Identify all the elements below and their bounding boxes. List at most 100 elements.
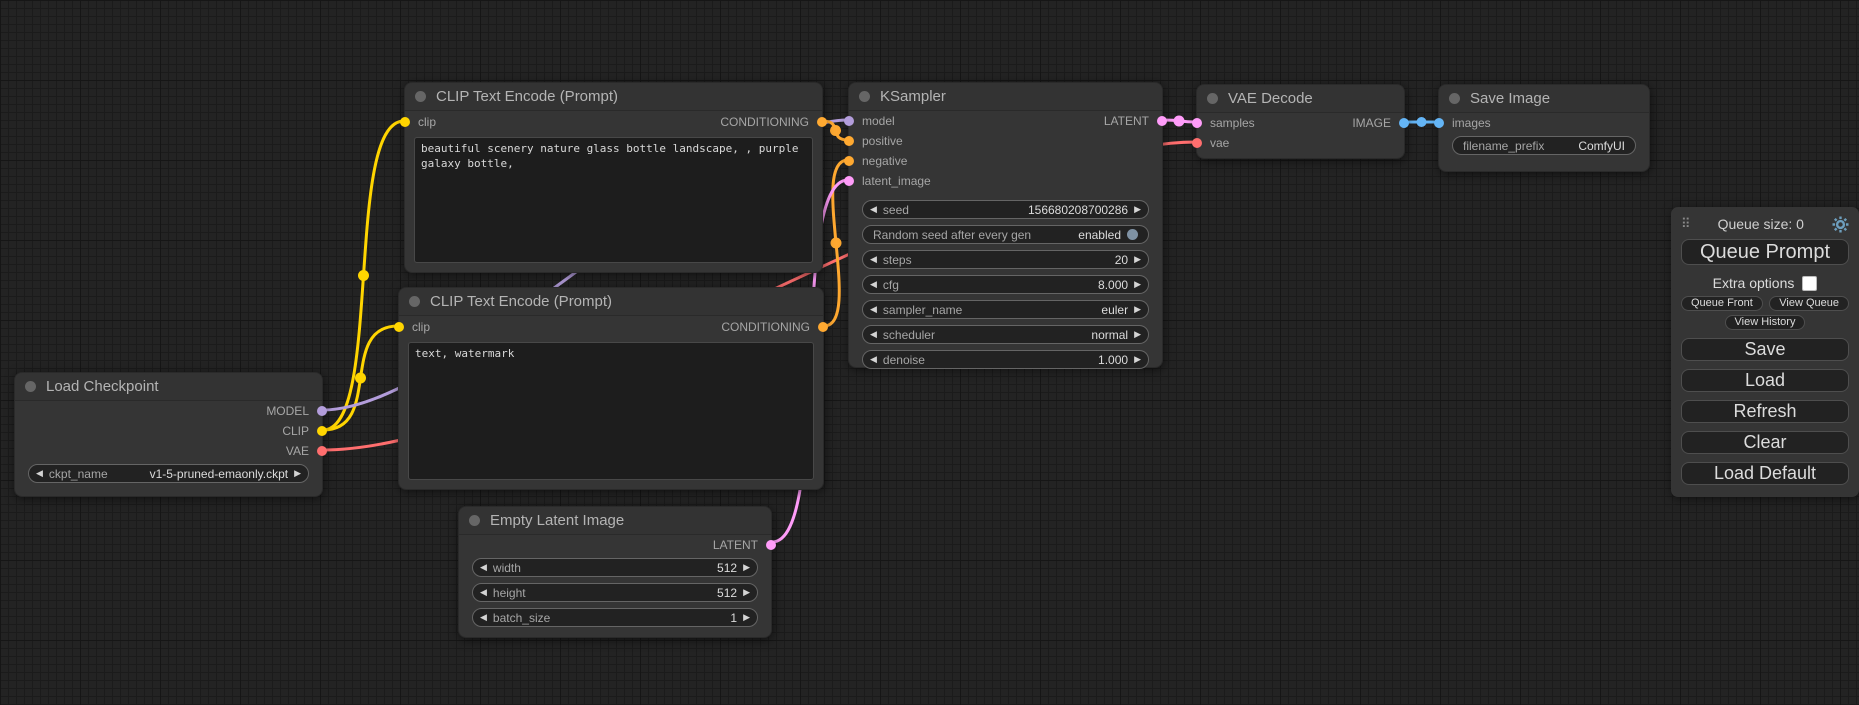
node-ksampler[interactable]: KSampler model LATENT positive negative … [848, 82, 1163, 368]
slot-row: clip CONDITIONING [405, 111, 822, 133]
ckpt-name-widget[interactable]: ◀ ckpt_name v1-5-pruned-emaonly.ckpt ▶ [28, 464, 309, 483]
load-default-button[interactable]: Load Default [1681, 462, 1849, 485]
image-output-port[interactable] [1399, 118, 1409, 128]
positive-prompt-textarea[interactable]: beautiful scenery nature glass bottle la… [414, 137, 813, 263]
sampler-name-widget[interactable]: ◀ sampler_name euler ▶ [862, 300, 1149, 319]
collapse-dot-icon[interactable] [469, 515, 480, 526]
seed-widget[interactable]: ◀ seed 156680208700286 ▶ [862, 200, 1149, 219]
node-title-bar[interactable]: CLIP Text Encode (Prompt) [399, 288, 823, 316]
decrement-arrow-icon[interactable]: ◀ [36, 469, 43, 478]
collapse-dot-icon[interactable] [415, 91, 426, 102]
slot-row: LATENT [459, 535, 771, 555]
node-title: VAE Decode [1228, 90, 1313, 107]
decrement-arrow-icon[interactable]: ◀ [480, 563, 487, 572]
view-queue-button[interactable]: View Queue [1769, 296, 1849, 311]
increment-arrow-icon[interactable]: ▶ [743, 588, 750, 597]
node-title-bar[interactable]: Save Image [1439, 85, 1649, 113]
queue-prompt-button[interactable]: Queue Prompt [1681, 239, 1849, 265]
node-save-image[interactable]: Save Image images filename_prefix ComfyU… [1438, 84, 1650, 172]
negative-prompt-textarea[interactable]: text, watermark [408, 342, 814, 480]
negative-input-port[interactable] [844, 156, 854, 166]
decrement-arrow-icon[interactable]: ◀ [480, 613, 487, 622]
latent-output-port[interactable] [1157, 116, 1167, 126]
conditioning-output-port[interactable] [817, 117, 827, 127]
increment-arrow-icon[interactable]: ▶ [1134, 255, 1141, 264]
latent-image-input-port[interactable] [844, 176, 854, 186]
node-load-checkpoint[interactable]: Load Checkpoint MODEL CLIP VAE ◀ ckpt_na… [14, 372, 323, 497]
increment-arrow-icon[interactable]: ▶ [294, 469, 301, 478]
decrement-arrow-icon[interactable]: ◀ [870, 305, 877, 314]
increment-arrow-icon[interactable]: ▶ [743, 613, 750, 622]
decrement-arrow-icon[interactable]: ◀ [870, 280, 877, 289]
positive-input-port[interactable] [844, 136, 854, 146]
increment-arrow-icon[interactable]: ▶ [1134, 205, 1141, 214]
wire-dot [1417, 117, 1427, 127]
queue-front-button[interactable]: Queue Front [1681, 296, 1763, 311]
model-input-port[interactable] [844, 116, 854, 126]
increment-arrow-icon[interactable]: ▶ [1134, 330, 1141, 339]
increment-arrow-icon[interactable]: ▶ [743, 563, 750, 572]
wire-dot [1174, 116, 1185, 127]
width-widget[interactable]: ◀ width 512 ▶ [472, 558, 758, 577]
decrement-arrow-icon[interactable]: ◀ [870, 255, 877, 264]
queue-menu-panel: ⠿ Queue size: 0 Queue Prompt Extra optio… [1671, 207, 1859, 497]
slot-row: images [1439, 113, 1649, 133]
increment-arrow-icon[interactable]: ▶ [1134, 305, 1141, 314]
filename-prefix-widget[interactable]: filename_prefix ComfyUI [1452, 136, 1636, 155]
random-seed-toggle-widget[interactable]: Random seed after every gen enabled [862, 225, 1149, 244]
slot-row: latent_image [849, 171, 1162, 191]
view-history-button[interactable]: View History [1725, 315, 1806, 330]
clip-input-port[interactable] [394, 322, 404, 332]
denoise-widget[interactable]: ◀ denoise 1.000 ▶ [862, 350, 1149, 369]
node-clip-text-encode-negative[interactable]: CLIP Text Encode (Prompt) clip CONDITION… [398, 287, 824, 490]
latent-output-port[interactable] [766, 540, 776, 550]
cfg-widget[interactable]: ◀ cfg 8.000 ▶ [862, 275, 1149, 294]
node-title: Load Checkpoint [46, 378, 159, 395]
model-output-port[interactable] [317, 406, 327, 416]
vae-input-port[interactable] [1192, 138, 1202, 148]
node-title: CLIP Text Encode (Prompt) [436, 88, 618, 105]
clip-output-port[interactable] [317, 426, 327, 436]
collapse-dot-icon[interactable] [1207, 93, 1218, 104]
node-clip-text-encode-positive[interactable]: CLIP Text Encode (Prompt) clip CONDITION… [404, 82, 823, 273]
height-widget[interactable]: ◀ height 512 ▶ [472, 583, 758, 602]
collapse-dot-icon[interactable] [859, 91, 870, 102]
slot-row: vae [1197, 133, 1404, 153]
collapse-dot-icon[interactable] [1449, 93, 1460, 104]
decrement-arrow-icon[interactable]: ◀ [870, 355, 877, 364]
batch-size-widget[interactable]: ◀ batch_size 1 ▶ [472, 608, 758, 627]
scheduler-widget[interactable]: ◀ scheduler normal ▶ [862, 325, 1149, 344]
images-input-port[interactable] [1434, 118, 1444, 128]
increment-arrow-icon[interactable]: ▶ [1134, 280, 1141, 289]
extra-options-checkbox[interactable] [1802, 276, 1817, 291]
clip-input-port[interactable] [400, 117, 410, 127]
node-empty-latent-image[interactable]: Empty Latent Image LATENT ◀ width 512 ▶ … [458, 506, 772, 638]
load-button[interactable]: Load [1681, 369, 1849, 392]
drag-handle-icon[interactable]: ⠿ [1681, 216, 1690, 232]
node-vae-decode[interactable]: VAE Decode samples IMAGE vae [1196, 84, 1405, 159]
node-title-bar[interactable]: KSampler [849, 83, 1162, 111]
decrement-arrow-icon[interactable]: ◀ [870, 330, 877, 339]
collapse-dot-icon[interactable] [409, 296, 420, 307]
refresh-button[interactable]: Refresh [1681, 400, 1849, 423]
decrement-arrow-icon[interactable]: ◀ [480, 588, 487, 597]
save-button[interactable]: Save [1681, 338, 1849, 361]
slot-row: negative [849, 151, 1162, 171]
clear-button[interactable]: Clear [1681, 431, 1849, 454]
decrement-arrow-icon[interactable]: ◀ [870, 205, 877, 214]
node-title-bar[interactable]: CLIP Text Encode (Prompt) [405, 83, 822, 111]
node-title-bar[interactable]: VAE Decode [1197, 85, 1404, 113]
collapse-dot-icon[interactable] [25, 381, 36, 392]
samples-input-port[interactable] [1192, 118, 1202, 128]
comfyui-canvas[interactable]: { "colors": { "model": "#B39DDB", "clip"… [0, 0, 1859, 705]
steps-widget[interactable]: ◀ steps 20 ▶ [862, 250, 1149, 269]
toggle-dot-icon[interactable] [1127, 229, 1138, 240]
node-title-bar[interactable]: Empty Latent Image [459, 507, 771, 535]
increment-arrow-icon[interactable]: ▶ [1134, 355, 1141, 364]
node-title: KSampler [880, 88, 946, 105]
settings-gear-icon[interactable] [1832, 216, 1849, 233]
slot-row: clip CONDITIONING [399, 316, 823, 338]
conditioning-output-port[interactable] [818, 322, 828, 332]
vae-output-port[interactable] [317, 446, 327, 456]
node-title-bar[interactable]: Load Checkpoint [15, 373, 322, 401]
